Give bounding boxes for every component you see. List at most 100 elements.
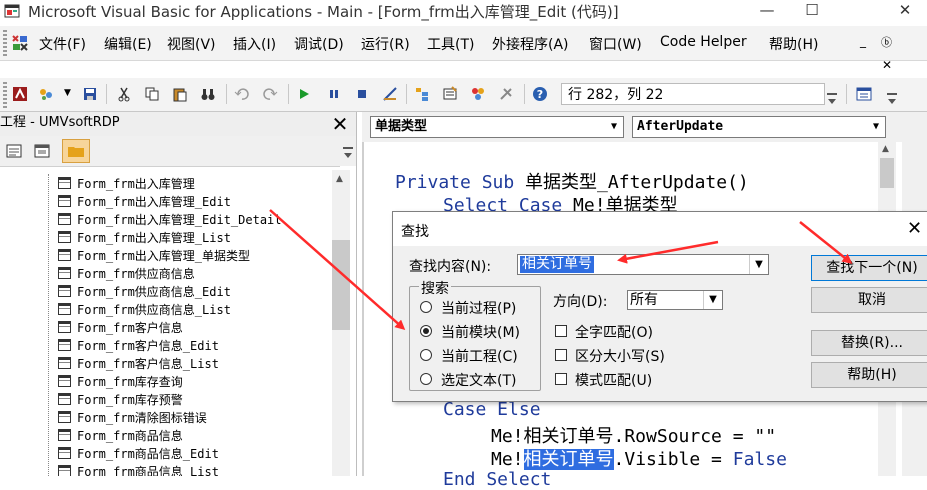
insert-dropdown-icon[interactable]: ▼ [64, 88, 71, 98]
help-button[interactable]: 帮助(H) [811, 362, 927, 388]
chevron-down-icon[interactable]: ▼ [749, 255, 768, 274]
menu-debug[interactable]: 调试(D) [294, 34, 344, 54]
tree-item-form[interactable]: Form_frm出入库管理_单据类型 [58, 247, 250, 265]
tree-item-form[interactable]: Form_frm客户信息_Edit [58, 337, 219, 355]
insert-module-icon[interactable] [38, 86, 54, 102]
direction-label: 方向(D): [553, 294, 608, 310]
maximize-button[interactable]: ☐ [790, 0, 834, 22]
copy-icon[interactable] [144, 86, 160, 102]
checkbox-match-case[interactable] [555, 349, 567, 361]
code-line[interactable]: End Select [443, 469, 551, 490]
tree-item-form[interactable]: Form_frm商品信息_List [58, 463, 219, 476]
tree-item-form[interactable]: Form_frm供应商信息_Edit [58, 283, 231, 301]
view-code-icon[interactable] [6, 144, 22, 158]
procedure-combo[interactable]: AfterUpdate ▼ [632, 116, 886, 138]
menu-edit[interactable]: 编辑(E) [104, 34, 152, 54]
minimize-button[interactable]: — [745, 0, 789, 22]
redo-icon[interactable] [262, 86, 278, 102]
object-combo[interactable]: 单据类型 ▼ [370, 116, 624, 138]
tree-item-form[interactable]: Form_frm库存预警 [58, 391, 183, 409]
scroll-up-icon[interactable]: ▲ [882, 144, 889, 154]
tree-item-form[interactable]: Form_frm供应商信息_List [58, 301, 231, 319]
toggle-folders-button[interactable] [62, 139, 90, 163]
tree-item-form[interactable]: Form_frm库存查询 [58, 373, 183, 391]
checkbox-whole-word[interactable] [555, 325, 567, 337]
tree-item-form[interactable]: Form_frm出入库管理_List [58, 229, 231, 247]
find-content-input[interactable]: 相关订单号 ▼ [517, 254, 769, 275]
checkbox-pattern-match[interactable] [555, 373, 567, 385]
project-panel-close-button[interactable]: ✕ [328, 113, 352, 135]
menu-view[interactable]: 视图(V) [167, 34, 216, 54]
radio-current-procedure[interactable] [420, 301, 432, 313]
project-explorer-icon[interactable] [414, 86, 430, 102]
mdi-restore-button[interactable]: ⓑ [881, 34, 892, 50]
mdi-minimize-button[interactable]: _ [860, 34, 866, 48]
toolbar-options-icon[interactable] [826, 92, 838, 106]
access-view-icon[interactable] [12, 86, 28, 102]
form-module-icon [58, 339, 71, 351]
cut-icon[interactable] [116, 86, 132, 102]
tree-item-form[interactable]: Form_frm出入库管理_Edit_Detail [58, 211, 282, 229]
mdi-close-button[interactable]: ✕ [882, 58, 892, 72]
reset-icon[interactable] [354, 86, 370, 102]
find-dialog-close-button[interactable]: ✕ [907, 218, 922, 239]
toolbar-separator [288, 84, 289, 104]
folder-icon [68, 147, 84, 157]
toolbar-options-icon[interactable] [342, 146, 354, 160]
close-button[interactable]: ✕ [883, 0, 927, 22]
tree-item-form[interactable]: Form_frm客户信息_List [58, 355, 219, 373]
chevron-down-icon[interactable]: ▼ [867, 117, 885, 137]
cancel-button[interactable]: 取消 [811, 287, 927, 313]
radio-current-module[interactable] [420, 325, 432, 337]
break-icon[interactable] [326, 86, 342, 102]
radio-current-project[interactable] [420, 349, 432, 361]
toolbox-icon[interactable] [498, 86, 514, 102]
properties-window-icon[interactable] [442, 86, 458, 102]
chevron-down-icon[interactable]: ▼ [703, 291, 722, 309]
find-next-button[interactable]: 查找下一个(N) [811, 255, 927, 281]
design-mode-icon[interactable] [382, 86, 398, 102]
code-line[interactable]: Me!相关订单号.Visible = False [491, 445, 787, 471]
undo-icon[interactable] [234, 86, 250, 102]
run-icon[interactable] [296, 86, 312, 102]
menu-file[interactable]: 文件(F) [39, 34, 86, 54]
menu-insert[interactable]: 插入(I) [233, 34, 276, 54]
tree-item-form[interactable]: Form_frm清除图标错误 [58, 409, 207, 427]
menu-addins[interactable]: 外接程序(A) [492, 34, 569, 54]
menu-tools[interactable]: 工具(T) [427, 34, 474, 54]
find-binoculars-icon[interactable] [200, 86, 216, 102]
menu-grip-handle[interactable] [3, 30, 7, 56]
object-browser-icon[interactable] [470, 86, 486, 102]
menu-code-helper[interactable]: Code Helper [660, 34, 747, 50]
menu-run[interactable]: 运行(R) [361, 34, 410, 54]
checkbox-label: 区分大小写(S) [575, 349, 665, 365]
code-line[interactable]: Case Else [443, 399, 541, 420]
toolbar-options-icon[interactable] [886, 92, 898, 106]
tree-item-form[interactable]: Form_frm客户信息 [58, 319, 183, 337]
search-scope-label: 搜索 [419, 278, 451, 298]
tree-item-form[interactable]: Form_frm出入库管理_Edit [58, 193, 231, 211]
direction-select[interactable]: 所有 ▼ [627, 290, 723, 310]
code-scroll-thumb[interactable] [880, 158, 894, 188]
vba-app-icon [4, 4, 20, 18]
save-icon[interactable] [82, 86, 98, 102]
tree-item-form[interactable]: Form_frm出入库管理 [58, 175, 195, 193]
window-list-icon[interactable] [856, 86, 872, 102]
project-scroll-thumb[interactable] [332, 240, 350, 330]
replace-button[interactable]: 替换(R)... [811, 330, 927, 356]
radio-selected-text[interactable] [420, 373, 432, 385]
scroll-up-icon[interactable]: ▲ [336, 174, 343, 184]
help-icon[interactable]: ? [532, 86, 548, 102]
tree-item-form[interactable]: Form_frm供应商信息 [58, 265, 195, 283]
paste-icon[interactable] [172, 86, 188, 102]
project-toolbar-options[interactable] [340, 136, 356, 166]
vba-menu-icon[interactable] [10, 33, 30, 53]
view-object-icon[interactable] [34, 144, 50, 158]
menu-help[interactable]: 帮助(H) [769, 34, 818, 54]
tree-item-form[interactable]: Form_frm商品信息 [58, 427, 183, 445]
find-dialog: 查找 ✕ 查找内容(N): 相关订单号 ▼ 搜索 当前过程(P) 当前模块(M)… [392, 211, 927, 402]
toolbar-grip-handle[interactable] [3, 82, 7, 108]
tree-item-form[interactable]: Form_frm商品信息_Edit [58, 445, 219, 463]
chevron-down-icon[interactable]: ▼ [605, 117, 623, 137]
menu-window[interactable]: 窗口(W) [589, 34, 642, 54]
